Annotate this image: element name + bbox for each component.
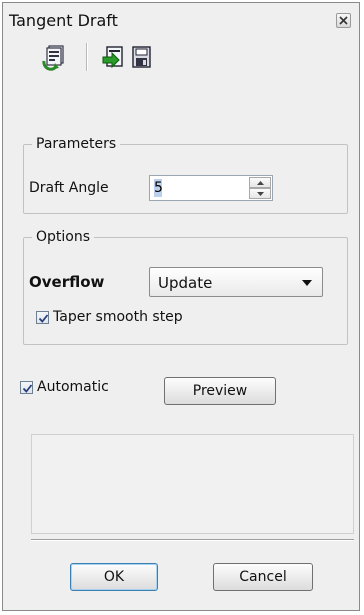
automatic-label[interactable]: Automatic <box>37 379 109 395</box>
preview-button[interactable]: Preview <box>164 377 276 405</box>
taper-smooth-step-checkbox[interactable] <box>36 311 49 324</box>
close-icon <box>339 16 348 25</box>
message-area <box>31 434 354 534</box>
draft-angle-input[interactable] <box>151 177 248 199</box>
spinner-buttons <box>249 177 271 199</box>
options-group-label: Options <box>36 229 91 245</box>
dialog-title: Tangent Draft <box>9 11 118 30</box>
chevron-up-icon <box>257 181 264 185</box>
draft-angle-spinner[interactable] <box>149 175 273 201</box>
overflow-selected-value: Update <box>158 274 213 292</box>
close-button[interactable] <box>336 13 351 28</box>
overflow-label: Overflow <box>29 273 105 291</box>
chevron-down-icon <box>257 192 264 196</box>
dropdown-arrow-icon <box>302 280 312 286</box>
apply-icon[interactable] <box>99 43 127 71</box>
spin-up-button[interactable] <box>249 177 271 188</box>
toolbar <box>3 37 359 77</box>
ok-button[interactable]: OK <box>70 563 158 591</box>
spin-down-button[interactable] <box>249 188 271 199</box>
toolbar-separator <box>86 43 88 71</box>
taper-smooth-step-label[interactable]: Taper smooth step <box>53 309 183 325</box>
footer-divider <box>31 539 354 541</box>
checkmark-icon <box>22 384 33 393</box>
checkmark-icon <box>38 314 49 323</box>
cancel-button[interactable]: Cancel <box>213 563 313 591</box>
save-icon[interactable] <box>127 43 155 71</box>
overflow-dropdown[interactable]: Update <box>149 267 323 297</box>
parameters-group-label: Parameters <box>36 136 117 152</box>
sheet-update-icon[interactable] <box>41 43 69 71</box>
automatic-checkbox[interactable] <box>20 381 33 394</box>
title-bar: Tangent Draft <box>3 3 359 35</box>
draft-angle-label: Draft Angle <box>29 180 109 196</box>
dialog-panel: Tangent Draft Parameters Draft Angle 5 O… <box>2 2 360 611</box>
